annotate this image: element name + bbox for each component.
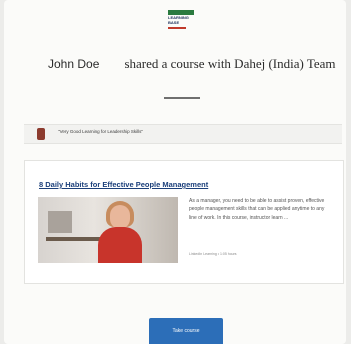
course-description: As a manager, you need to be able to ass… <box>189 198 325 221</box>
avatar <box>37 128 45 140</box>
course-title-link[interactable]: 8 Daily Habits for Effective People Mana… <box>39 180 208 189</box>
email-card: LEARNING BASE John Doe shared a course w… <box>4 0 346 344</box>
course-meta: LinkedIn Learning • 1:05 hours <box>189 252 237 256</box>
thumb-head <box>110 205 130 229</box>
logo-bar-bottom <box>168 27 186 29</box>
divider <box>164 97 200 99</box>
take-course-button[interactable]: Take course <box>149 318 223 344</box>
recommendation-quote: "Very Good Learning for Leadership Skill… <box>24 124 342 144</box>
logo-text-line2: BASE <box>168 20 180 25</box>
sender-name: John Doe <box>48 57 100 71</box>
thumb-shelf <box>48 211 72 233</box>
quote-text: "Very Good Learning for Leadership Skill… <box>58 129 143 134</box>
share-message: shared a course with Dahej (India) Team <box>124 56 336 71</box>
thumb-desk <box>46 237 106 241</box>
course-card: 8 Daily Habits for Effective People Mana… <box>24 160 344 284</box>
thumb-body <box>98 227 142 263</box>
course-thumbnail[interactable] <box>38 197 178 263</box>
company-logo: LEARNING BASE <box>166 8 196 32</box>
